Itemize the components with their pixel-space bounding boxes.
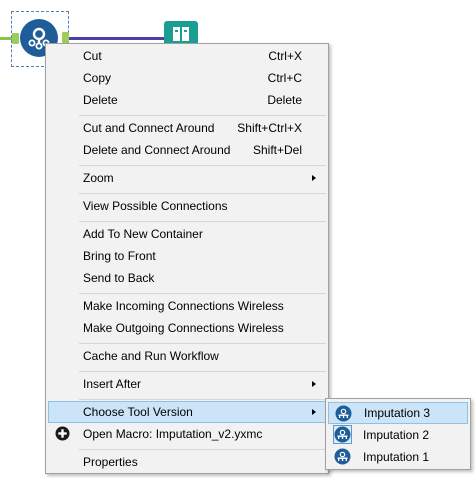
submenu-arrow-icon bbox=[312, 409, 316, 415]
menu-item-cache-run[interactable]: Cache and Run Workflow bbox=[48, 345, 326, 367]
menu-item-label: Make Incoming Connections Wireless bbox=[83, 299, 284, 313]
submenu-item-imputation-3[interactable]: Imputation 3 bbox=[328, 402, 468, 424]
menu-separator bbox=[79, 371, 326, 372]
submenu-arrow-icon bbox=[312, 381, 316, 387]
imputation-icon bbox=[334, 448, 351, 472]
menu-item-label: Send to Back bbox=[83, 271, 155, 285]
menu-item-label: Cut bbox=[83, 49, 102, 63]
menu-separator bbox=[79, 399, 326, 400]
menu-item-label: Cut and Connect Around bbox=[83, 121, 215, 135]
submenu-item-label: Imputation 2 bbox=[363, 428, 430, 442]
menu-item-label: Add To New Container bbox=[83, 227, 203, 241]
menu-separator bbox=[79, 293, 326, 294]
menu-item-incoming-wireless[interactable]: Make Incoming Connections Wireless bbox=[48, 295, 326, 317]
menu-item-choose-tool-version[interactable]: Choose Tool Version bbox=[48, 401, 326, 423]
menu-item-label: Copy bbox=[83, 71, 112, 85]
menu-item-shortcut: Ctrl+C bbox=[267, 71, 302, 85]
connection-line-out bbox=[69, 37, 165, 40]
menu-item-label: View Possible Connections bbox=[83, 199, 228, 213]
context-menu: Cut Ctrl+X Copy Ctrl+C Delete Delete Cut… bbox=[45, 43, 329, 474]
output-anchor[interactable] bbox=[62, 32, 69, 43]
menu-separator bbox=[79, 165, 326, 166]
menu-item-insert-after[interactable]: Insert After bbox=[48, 373, 326, 395]
menu-item-zoom[interactable]: Zoom bbox=[48, 167, 326, 189]
submenu-arrow-icon bbox=[312, 175, 316, 181]
submenu-item-label: Imputation 1 bbox=[363, 450, 430, 464]
menu-item-shortcut: Shift+Ctrl+X bbox=[237, 121, 302, 135]
menu-item-delete[interactable]: Delete Delete bbox=[48, 89, 326, 111]
menu-separator bbox=[79, 115, 326, 116]
menu-item-properties[interactable]: Properties bbox=[48, 451, 326, 473]
menu-item-label: Make Outgoing Connections Wireless bbox=[83, 321, 284, 335]
menu-item-label: Cache and Run Workflow bbox=[83, 349, 219, 363]
menu-item-delete-connect-around[interactable]: Delete and Connect Around Shift+Del bbox=[48, 139, 326, 161]
menu-separator bbox=[79, 449, 326, 450]
menu-item-cut[interactable]: Cut Ctrl+X bbox=[48, 45, 326, 67]
menu-item-label: Choose Tool Version bbox=[83, 405, 193, 419]
tool-version-submenu: Imputation 3 Imputation 2 Imputation 1 bbox=[325, 398, 471, 470]
menu-item-cut-connect-around[interactable]: Cut and Connect Around Shift+Ctrl+X bbox=[48, 117, 326, 139]
menu-item-add-container[interactable]: Add To New Container bbox=[48, 223, 326, 245]
menu-item-copy[interactable]: Copy Ctrl+C bbox=[48, 67, 326, 89]
menu-item-open-macro[interactable]: Open Macro: Imputation_v2.yxmc bbox=[48, 423, 326, 445]
menu-item-shortcut: Ctrl+X bbox=[268, 49, 302, 63]
menu-separator bbox=[79, 221, 326, 222]
menu-item-shortcut: Shift+Del bbox=[252, 143, 302, 157]
menu-item-view-connections[interactable]: View Possible Connections bbox=[48, 195, 326, 217]
menu-separator bbox=[79, 343, 326, 344]
menu-separator bbox=[79, 193, 326, 194]
menu-item-send-back[interactable]: Send to Back bbox=[48, 267, 326, 289]
imputation-icon bbox=[334, 426, 351, 443]
menu-item-bring-front[interactable]: Bring to Front bbox=[48, 245, 326, 267]
menu-item-outgoing-wireless[interactable]: Make Outgoing Connections Wireless bbox=[48, 317, 326, 339]
menu-item-label: Properties bbox=[83, 455, 138, 469]
submenu-item-label: Imputation 3 bbox=[364, 406, 431, 420]
menu-item-shortcut: Delete bbox=[267, 93, 302, 107]
menu-item-label: Zoom bbox=[83, 171, 114, 185]
submenu-item-imputation-1[interactable]: Imputation 1 bbox=[328, 446, 468, 468]
submenu-item-imputation-2[interactable]: Imputation 2 bbox=[328, 424, 468, 446]
menu-item-label: Delete and Connect Around bbox=[83, 143, 231, 157]
menu-item-label: Bring to Front bbox=[83, 249, 156, 263]
menu-item-label: Open Macro: Imputation_v2.yxmc bbox=[83, 427, 263, 441]
menu-item-label: Delete bbox=[83, 93, 118, 107]
menu-item-label: Insert After bbox=[83, 377, 142, 391]
plus-circle-icon bbox=[55, 426, 70, 448]
selected-version-indicator bbox=[333, 425, 352, 444]
